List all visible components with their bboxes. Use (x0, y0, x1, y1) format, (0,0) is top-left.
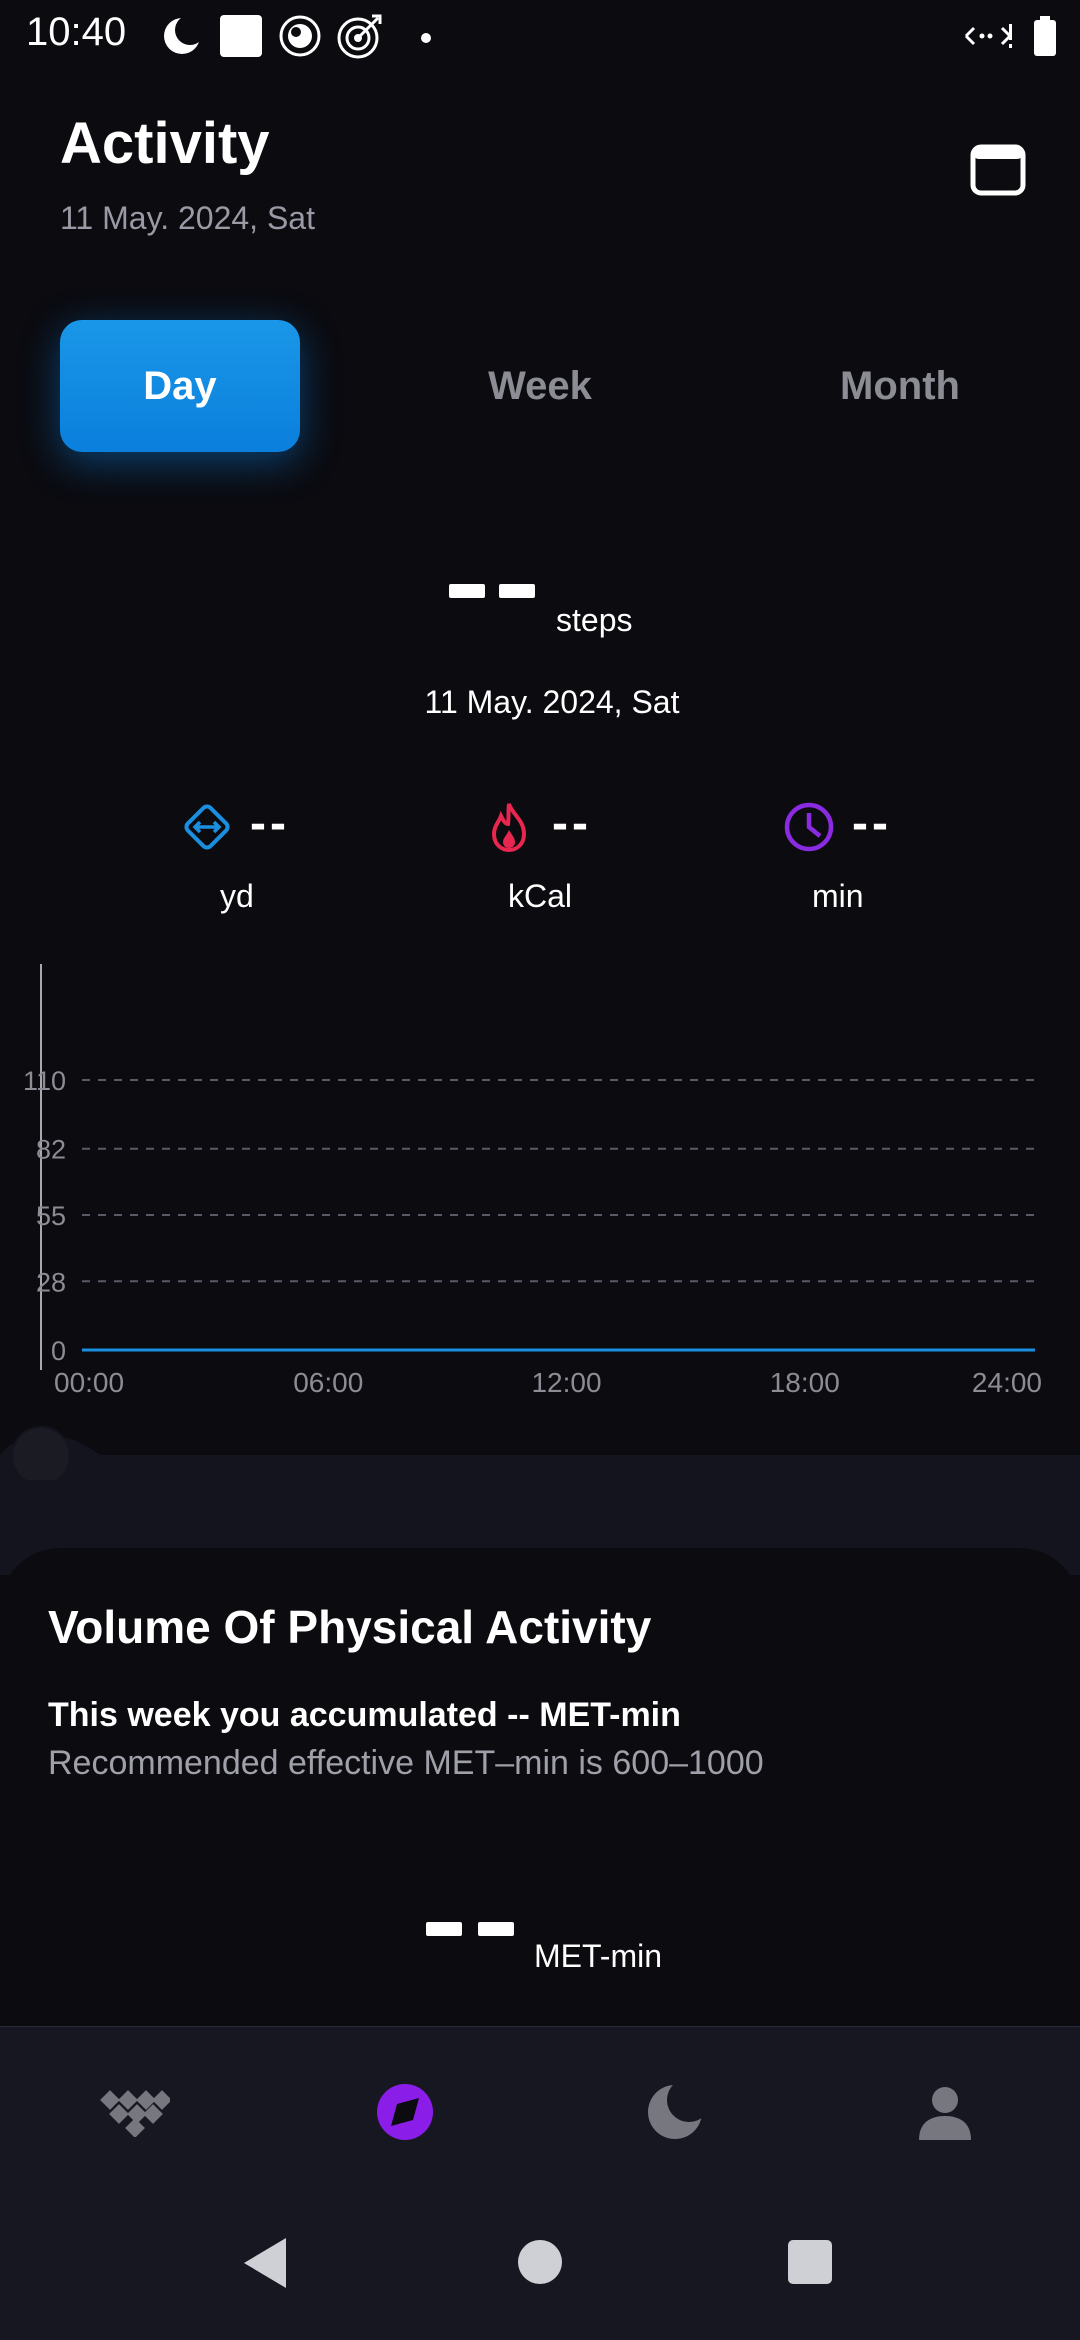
nav-activity[interactable] (370, 2077, 440, 2147)
chart-y-tick-label: 110 (23, 1066, 66, 1096)
metric-calories-value: -- (552, 797, 592, 850)
system-nav (0, 2186, 1080, 2340)
nav-sleep[interactable] (640, 2077, 710, 2147)
steps-date: 11 May. 2024, Sat (424, 684, 680, 720)
metric-duration-value: -- (852, 797, 892, 850)
nav-profile[interactable] (910, 2077, 980, 2147)
panel-notch (0, 1426, 200, 1480)
dnd-moon-icon (164, 15, 204, 54)
metric-distance-unit: yd (220, 878, 254, 914)
chart-y-tick-label: 0 (51, 1336, 66, 1366)
dash (449, 584, 485, 598)
bottom-nav (0, 2026, 1080, 2187)
steps-summary: -- steps (0, 560, 1080, 650)
page-title: Activity (60, 111, 270, 176)
chart-x-tick-label: 18:00 (770, 1367, 840, 1398)
status-icons-left (160, 12, 438, 60)
sleep-moon-icon (648, 2082, 705, 2139)
chart-x-tick-label: 12:00 (531, 1367, 601, 1398)
dash (499, 584, 535, 598)
activity-compass-icon (377, 2084, 433, 2140)
distance-icon (184, 804, 230, 850)
chart-x-tick-label: 24:00 (972, 1367, 1042, 1398)
home-icon[interactable] (516, 2238, 564, 2286)
dashboard-icon (100, 2090, 170, 2137)
metric-duration-unit: min (812, 878, 864, 914)
tab-month[interactable]: Month (780, 320, 1020, 452)
period-tabs: Day Week Month (60, 320, 1020, 452)
metric-calories-unit: kCal (508, 878, 573, 914)
header-date: 11 May. 2024, Sat (60, 200, 315, 236)
metric-distance: -- yd (180, 790, 440, 930)
chart-y-tick-label: 55 (36, 1201, 66, 1231)
status-time: 10:40 (26, 10, 127, 54)
clock-icon (784, 802, 834, 852)
status-icons-right (962, 14, 1058, 58)
metrics-row: -- yd -- kCal -- min (0, 790, 1080, 930)
tab-day[interactable]: Day (60, 320, 300, 452)
metric-duration: -- min (782, 790, 1042, 930)
volume-panel: Volume Of Physical Activity This week yo… (0, 1548, 1080, 2028)
met-unit: MET-min (534, 1938, 662, 1974)
vpn-icon (279, 15, 321, 57)
chart-x-tick-label: 00:00 (54, 1367, 124, 1398)
status-bar: 10:40 (0, 0, 1080, 72)
volume-week-summary: This week you accumulated -- MET-min (48, 1696, 681, 1734)
network-icon (964, 24, 1013, 48)
calendar-button[interactable] (968, 140, 1028, 200)
square-icon (220, 15, 262, 57)
dash (426, 1922, 462, 1936)
volume-recommendation: Recommended effective MET–min is 600–100… (48, 1744, 764, 1782)
dash (478, 1922, 514, 1936)
volume-panel-title: Volume Of Physical Activity (48, 1601, 652, 1653)
calendar-icon (970, 144, 1026, 196)
back-icon[interactable] (240, 2236, 290, 2290)
flame-icon (491, 803, 527, 853)
recents-icon[interactable] (786, 2238, 834, 2286)
activity-chart: 0 28 55 82 110 00:00 06:00 12:00 18:00 24:00 (23, 964, 1042, 1398)
metric-distance-value: -- (250, 797, 290, 850)
target-icon (337, 14, 382, 59)
battery-icon (1034, 16, 1056, 56)
dot-icon (421, 33, 431, 43)
chart-y-tick-label: 28 (36, 1267, 66, 1297)
profile-icon (919, 2087, 971, 2140)
steps-unit: steps (556, 602, 633, 638)
chart-y-tick-label: 82 (36, 1135, 66, 1165)
tab-week[interactable]: Week (420, 320, 660, 452)
chart-x-tick-label: 06:00 (293, 1367, 363, 1398)
metric-calories: -- kCal (482, 790, 742, 930)
nav-dashboard[interactable] (100, 2077, 170, 2147)
